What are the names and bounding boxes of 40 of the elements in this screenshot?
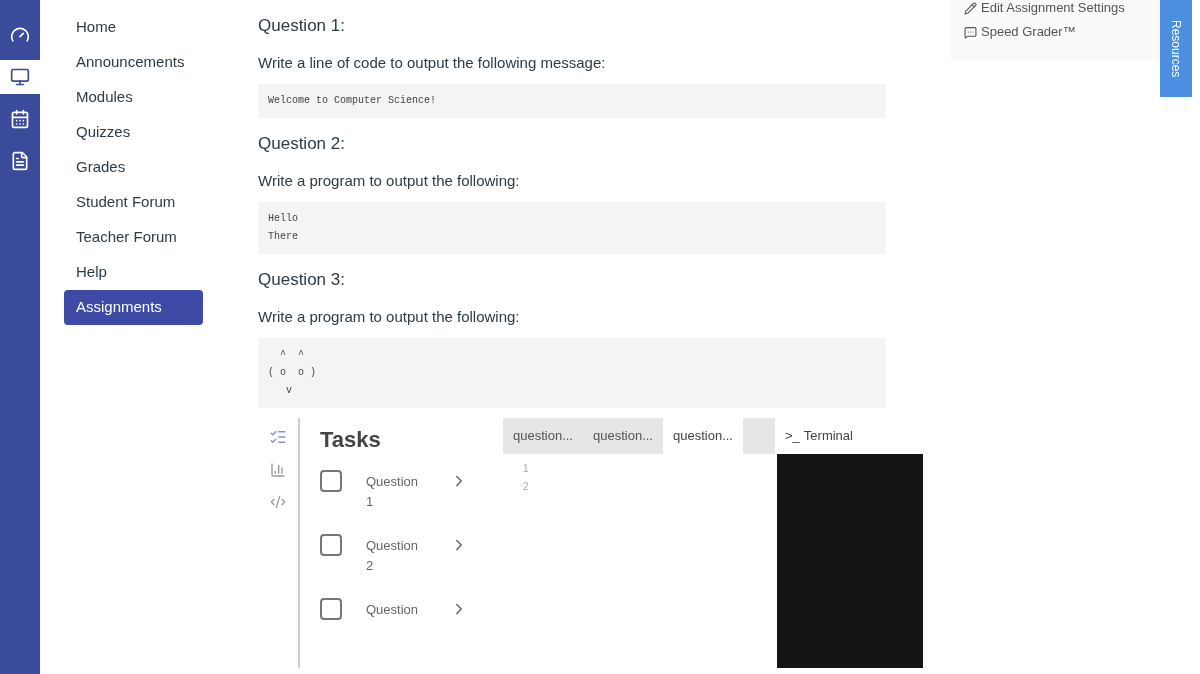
line-number: 1: [523, 462, 530, 476]
sidebar-action-link[interactable]: Edit Assignment Settings: [964, 0, 1160, 16]
course-nav-link[interactable]: Student Forum: [64, 185, 203, 220]
question-heading: Question 3:: [258, 269, 346, 291]
task-item[interactable]: Question 1: [320, 472, 470, 512]
course-nav-link[interactable]: Teacher Forum: [64, 220, 203, 255]
code-block: Hello There: [258, 202, 886, 254]
chart-icon[interactable]: [270, 462, 286, 478]
task-checkbox[interactable]: [320, 598, 342, 620]
task-list-icon[interactable]: [269, 428, 287, 446]
course-nav-link[interactable]: Quizzes: [64, 115, 203, 150]
editor-tab[interactable]: question...: [663, 418, 743, 454]
task-item[interactable]: Question: [320, 600, 470, 620]
sidebar-action-link[interactable]: Speed Grader™: [964, 24, 1160, 40]
question-heading: Question 2:: [258, 133, 346, 155]
code-icon[interactable]: [270, 494, 286, 510]
question-prompt: Write a program to output the following:: [258, 171, 521, 190]
monitor-icon[interactable]: [0, 60, 40, 94]
course-nav-link[interactable]: Announcements: [64, 45, 203, 80]
pencil-icon: [964, 1, 977, 15]
task-item[interactable]: Question 2: [320, 536, 470, 576]
tasks-title: Tasks: [320, 426, 382, 454]
terminal-tab-label: Terminal: [803, 427, 853, 446]
code-block: Welcome to Computer Science!: [258, 84, 886, 118]
editor-tab[interactable]: question...: [583, 418, 663, 454]
course-nav-link[interactable]: Grades: [64, 150, 203, 185]
editor-tab[interactable]: question...: [503, 418, 583, 454]
line-number: 2: [523, 480, 530, 494]
question-prompt: Write a line of code to output the following message:: [258, 53, 607, 72]
task-checkbox[interactable]: [320, 470, 342, 492]
course-nav-link[interactable]: Help: [64, 255, 203, 290]
course-nav-link[interactable]: Modules: [64, 80, 203, 115]
course-nav-link[interactable]: Assignments: [64, 290, 203, 325]
course-nav-link[interactable]: Home: [64, 10, 203, 45]
prompt-symbol: >_: [785, 427, 800, 446]
code-block: ^ ^ ( o o ) v: [258, 338, 886, 408]
task-checkbox[interactable]: [320, 534, 342, 556]
question-heading: Question 1:: [258, 15, 346, 37]
question-prompt: Write a program to output the following:: [258, 307, 521, 326]
speech-bubble-icon: [964, 25, 977, 39]
